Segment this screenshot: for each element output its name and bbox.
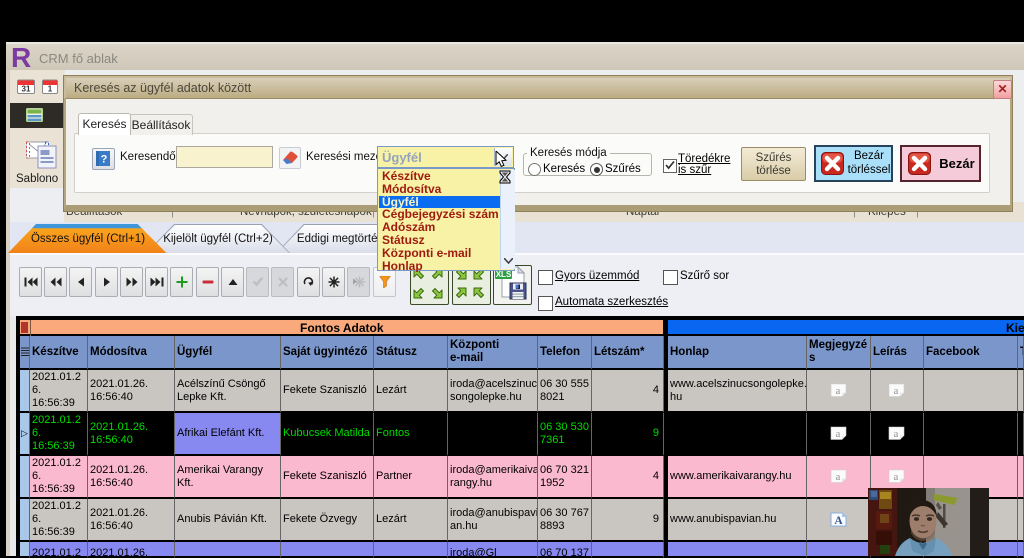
svg-text:a: a (894, 429, 899, 440)
svg-text:a: a (836, 472, 841, 483)
svg-text:a: a (836, 429, 841, 440)
svg-text:?: ? (101, 154, 108, 166)
svg-text:a: a (836, 386, 841, 397)
svg-text:a: a (894, 472, 899, 483)
svg-text:a: a (894, 386, 899, 397)
svg-text:A: A (834, 515, 843, 527)
